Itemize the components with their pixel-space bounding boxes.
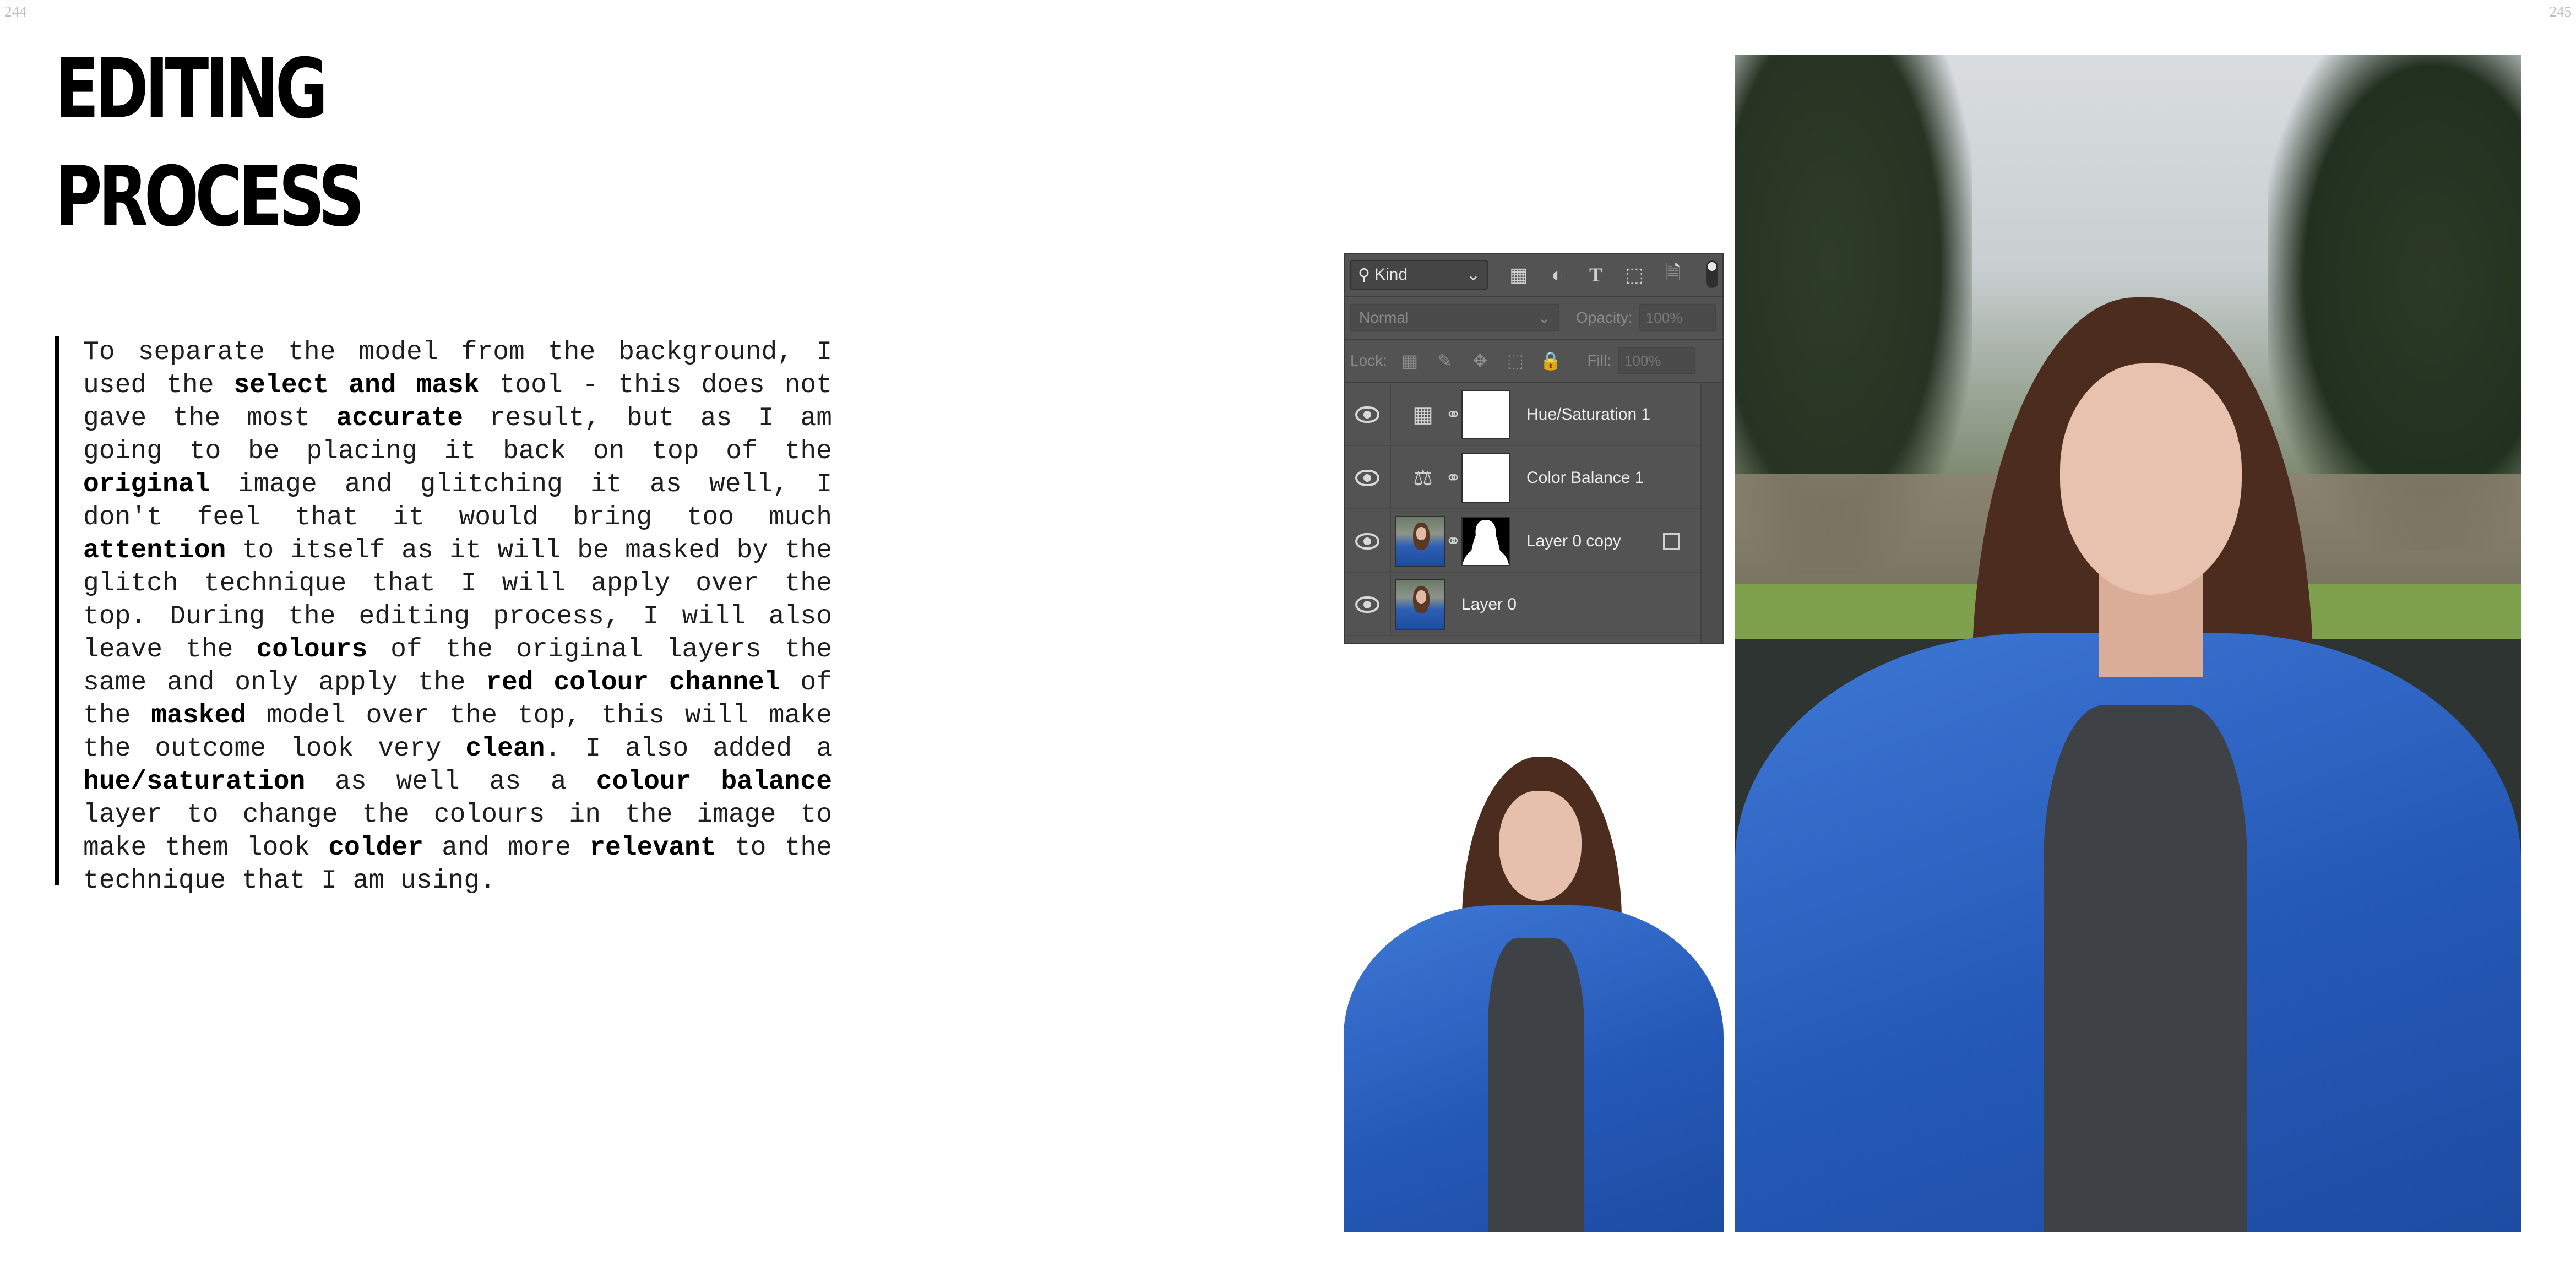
hue-saturation-icon: ▦ [1412, 402, 1433, 427]
text-run: and more [423, 833, 590, 863]
visibility-toggle[interactable] [1345, 510, 1391, 572]
text-run: as well as a [305, 767, 596, 797]
smart-object-icon [1663, 532, 1680, 550]
pixel-filter-icon[interactable]: ▦ [1507, 263, 1531, 286]
lock-transparency-icon[interactable]: ▦ [1398, 350, 1421, 371]
filter-icons: ▦ ◐ T ⬚ 🗎 [1507, 258, 1685, 292]
masked-model-photo [1344, 757, 1724, 1232]
visibility-toggle[interactable] [1345, 384, 1391, 445]
layer-name: Hue/Saturation 1 [1526, 405, 1651, 423]
link-icon: ⚭ [1445, 404, 1461, 425]
chevron-down-icon: ⌄ [1537, 309, 1551, 327]
blend-mode-label: Normal [1359, 309, 1409, 326]
bold-keyword: hue/saturation [83, 767, 306, 797]
bold-keyword: clean [465, 734, 545, 764]
layers-panel: ⚲ Kind ⌄ ▦ ◐ T ⬚ 🗎 Normal ⌄ Opacity: 100… [1344, 253, 1724, 644]
visibility-toggle[interactable] [1345, 447, 1391, 508]
opacity-field[interactable]: 100% [1639, 304, 1716, 331]
adjustment-filter-icon[interactable]: ◐ [1545, 263, 1569, 286]
eye-icon [1355, 469, 1379, 486]
color-balance-icon: ⚖ [1413, 465, 1433, 490]
layer-thumbnail [1395, 515, 1445, 567]
kind-filter-label: Kind [1374, 265, 1408, 284]
bold-keyword: colder [328, 833, 424, 863]
layer-row[interactable]: Layer 0 [1345, 574, 1722, 636]
kind-filter-select[interactable]: ⚲ Kind ⌄ [1350, 260, 1488, 290]
bold-keyword: red colour channel [486, 668, 780, 698]
original-portrait-photo [1735, 55, 2521, 1232]
page-number-right: 245 [2549, 3, 2572, 20]
layers-scrollbar[interactable] [1700, 383, 1722, 643]
type-filter-icon[interactable]: T [1584, 263, 1608, 286]
fill-field[interactable]: 100% [1618, 347, 1695, 374]
layer-name: Layer 0 [1461, 595, 1517, 613]
blend-mode-select[interactable]: Normal ⌄ [1350, 304, 1559, 331]
bold-keyword: masked [151, 701, 247, 731]
layer-filter-row: ⚲ Kind ⌄ ▦ ◐ T ⬚ 🗎 [1345, 254, 1722, 297]
blend-row: Normal ⌄ Opacity: 100% [1345, 297, 1722, 340]
layer-thumbnail [1395, 579, 1445, 630]
lock-artboard-icon[interactable]: ⬚ [1504, 350, 1527, 371]
lock-label: Lock: [1350, 352, 1387, 369]
bold-keyword: accurate [336, 404, 464, 433]
lock-icons: ▦ ✎ ✥ ⬚ 🔒 [1398, 350, 1562, 371]
hoodie-shape [1488, 938, 1584, 1232]
page-title: EDITING PROCESS [55, 35, 365, 251]
layer-name: Layer 0 copy [1526, 531, 1621, 550]
layer-row[interactable]: ⚭ Layer 0 copy [1345, 510, 1722, 573]
lock-position-icon[interactable]: ✥ [1469, 350, 1492, 371]
hoodie-shape [2044, 705, 2247, 1232]
shape-filter-icon[interactable]: ⬚ [1622, 263, 1646, 286]
search-icon: ⚲ [1358, 265, 1370, 284]
filter-toggle[interactable] [1706, 260, 1718, 288]
title-line-1: EDITING [55, 41, 328, 137]
title-line-2: PROCESS [55, 149, 365, 245]
eye-icon [1355, 596, 1379, 613]
page-number-left: 244 [4, 3, 27, 20]
lock-all-icon[interactable]: 🔒 [1539, 350, 1562, 371]
lock-image-icon[interactable]: ✎ [1433, 350, 1457, 371]
silhouette-mask-icon [1463, 519, 1509, 565]
layer-name: Color Balance 1 [1526, 468, 1644, 487]
link-icon: ⚭ [1445, 530, 1461, 552]
eye-icon [1355, 406, 1379, 423]
smart-object-filter-icon[interactable]: 🗎 [1661, 258, 1685, 292]
fill-label: Fill: [1587, 352, 1611, 369]
face-shape [1499, 791, 1582, 901]
link-icon: ⚭ [1445, 467, 1461, 488]
layer-row[interactable]: ▦ ⚭ Hue/Saturation 1 [1345, 384, 1722, 446]
bold-keyword: colour balance [596, 767, 833, 797]
bold-keyword: select and mask [233, 371, 480, 400]
layer-mask-thumbnail[interactable] [1461, 389, 1510, 439]
layer-mask-thumbnail[interactable] [1461, 516, 1510, 566]
bold-keyword: original [83, 470, 210, 499]
opacity-label: Opacity: [1576, 309, 1633, 326]
layer-mask-thumbnail[interactable] [1461, 453, 1510, 503]
layer-row[interactable]: ⚖ ⚭ Color Balance 1 [1345, 447, 1722, 509]
bold-keyword: relevant [589, 833, 716, 863]
bold-keyword: colours [256, 635, 368, 665]
eye-icon [1355, 532, 1379, 550]
body-paragraph: To separate the model from the backgroun… [83, 336, 832, 898]
chevron-down-icon: ⌄ [1466, 265, 1480, 284]
text-run: . I also added a [545, 734, 833, 764]
visibility-toggle[interactable] [1345, 574, 1391, 635]
body-text-block: To separate the model from the backgroun… [55, 336, 832, 896]
lock-row: Lock: ▦ ✎ ✥ ⬚ 🔒 Fill: 100% [1345, 340, 1722, 383]
face-shape [2060, 363, 2242, 595]
bold-keyword: attention [83, 536, 226, 566]
